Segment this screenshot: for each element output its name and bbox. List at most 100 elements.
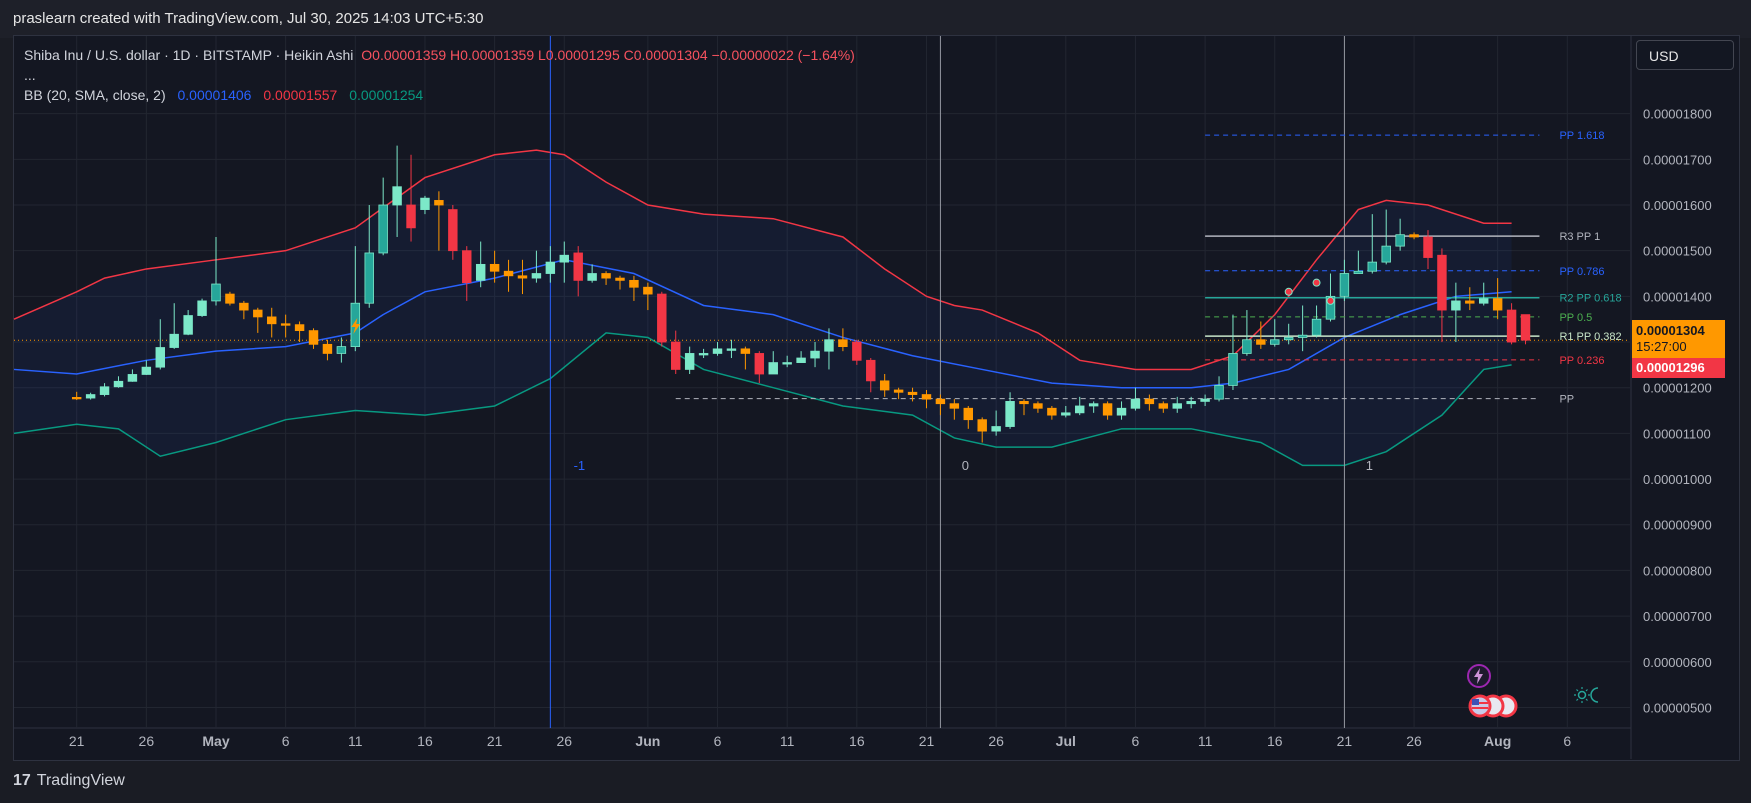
candle-body[interactable] bbox=[517, 275, 528, 279]
candle-body[interactable] bbox=[559, 254, 569, 263]
lightning-event-icon[interactable] bbox=[1466, 663, 1492, 689]
candle-body[interactable] bbox=[127, 374, 138, 382]
candle-body[interactable] bbox=[85, 394, 96, 399]
candle-body[interactable] bbox=[615, 277, 625, 281]
candle-body[interactable] bbox=[1381, 245, 1391, 263]
candle-body[interactable] bbox=[211, 283, 221, 302]
candle-body[interactable] bbox=[852, 341, 862, 361]
candle-body[interactable] bbox=[921, 394, 932, 400]
candle-body[interactable] bbox=[364, 252, 374, 304]
candle-body[interactable] bbox=[1005, 401, 1015, 427]
candle-body[interactable] bbox=[1353, 270, 1364, 274]
session-sun-moon-icon[interactable] bbox=[1574, 686, 1602, 704]
candle-body[interactable] bbox=[183, 315, 193, 335]
candle-body[interactable] bbox=[1019, 401, 1029, 405]
candle-body[interactable] bbox=[531, 273, 542, 279]
candle-body[interactable] bbox=[712, 348, 723, 354]
candle-body[interactable] bbox=[489, 263, 500, 272]
candle-body[interactable] bbox=[99, 386, 110, 395]
candle-body[interactable] bbox=[392, 186, 402, 206]
candle-body[interactable] bbox=[573, 252, 583, 281]
candle-body[interactable] bbox=[545, 261, 556, 274]
candle-body[interactable] bbox=[838, 339, 848, 348]
candle-body[interactable] bbox=[726, 348, 737, 351]
candle-body[interactable] bbox=[698, 353, 709, 356]
candle-body[interactable] bbox=[601, 273, 611, 279]
candle-body[interactable] bbox=[1088, 403, 1099, 407]
candle-body[interactable] bbox=[1256, 339, 1266, 345]
candle-body[interactable] bbox=[1506, 309, 1517, 343]
candle-body[interactable] bbox=[629, 279, 639, 288]
candle-body[interactable] bbox=[1102, 403, 1113, 416]
candle-body[interactable] bbox=[503, 270, 514, 277]
candle-body[interactable] bbox=[1158, 403, 1169, 409]
candle-body[interactable] bbox=[1423, 236, 1433, 258]
candle-body[interactable] bbox=[935, 398, 946, 405]
candle-body[interactable] bbox=[141, 366, 152, 375]
candle-body[interactable] bbox=[113, 380, 124, 388]
candle-body[interactable] bbox=[671, 341, 681, 370]
candle-body[interactable] bbox=[308, 330, 319, 345]
candle-body[interactable] bbox=[1395, 234, 1405, 247]
candle-body[interactable] bbox=[949, 403, 960, 409]
legend-more-button[interactable]: ... bbox=[24, 65, 855, 85]
event-marker-icon[interactable] bbox=[1312, 278, 1321, 287]
candle-body[interactable] bbox=[280, 323, 291, 326]
candle-body[interactable] bbox=[71, 396, 82, 400]
candle-body[interactable] bbox=[796, 357, 806, 363]
currency-button[interactable]: USD bbox=[1636, 40, 1734, 70]
candle-body[interactable] bbox=[1186, 401, 1196, 405]
candle-body[interactable] bbox=[225, 293, 235, 304]
candle-body[interactable] bbox=[1172, 403, 1182, 409]
candle-body[interactable] bbox=[782, 362, 792, 365]
symbol-info[interactable]: Shiba Inu / U.S. dollar · 1D · BITSTAMP … bbox=[24, 47, 353, 63]
candle-body[interactable] bbox=[1047, 407, 1057, 416]
candle-body[interactable] bbox=[1116, 407, 1127, 416]
candle-body[interactable] bbox=[1339, 273, 1350, 297]
candle-body[interactable] bbox=[1437, 254, 1447, 311]
candle-body[interactable] bbox=[754, 353, 765, 375]
candle-body[interactable] bbox=[740, 348, 751, 354]
candle-body[interactable] bbox=[1033, 403, 1043, 409]
candle-body[interactable] bbox=[684, 353, 695, 370]
candle-body[interactable] bbox=[1061, 412, 1071, 416]
candle-body[interactable] bbox=[239, 302, 249, 311]
candle-body[interactable] bbox=[824, 339, 834, 352]
candle-body[interactable] bbox=[1144, 398, 1155, 405]
bb-indicator-label[interactable]: BB (20, SMA, close, 2) bbox=[24, 87, 166, 103]
candle-body[interactable] bbox=[1214, 385, 1224, 400]
candle-body[interactable] bbox=[1297, 334, 1308, 338]
candle-body[interactable] bbox=[657, 293, 667, 343]
candle-body[interactable] bbox=[879, 380, 890, 391]
candle-body[interactable] bbox=[448, 209, 458, 252]
candle-body[interactable] bbox=[810, 350, 820, 359]
candle-body[interactable] bbox=[907, 391, 918, 395]
candle-body[interactable] bbox=[1200, 398, 1210, 402]
candle-body[interactable] bbox=[406, 204, 416, 229]
candle-body[interactable] bbox=[1130, 398, 1141, 409]
candle-body[interactable] bbox=[294, 324, 305, 332]
candle-body[interactable] bbox=[336, 346, 347, 354]
event-marker-icon[interactable] bbox=[1284, 287, 1293, 296]
candle-body[interactable] bbox=[155, 347, 165, 368]
candle-body[interactable] bbox=[1283, 337, 1294, 341]
candle-body[interactable] bbox=[475, 263, 486, 281]
candle-body[interactable] bbox=[1479, 298, 1489, 304]
candle-body[interactable] bbox=[1465, 300, 1475, 304]
candle-body[interactable] bbox=[1492, 298, 1503, 311]
candle-body[interactable] bbox=[893, 389, 904, 393]
candle-body[interactable] bbox=[253, 309, 263, 318]
candle-body[interactable] bbox=[1242, 339, 1252, 354]
candle-body[interactable] bbox=[1075, 405, 1085, 414]
candle-body[interactable] bbox=[1311, 318, 1322, 336]
candle-body[interactable] bbox=[1228, 353, 1238, 386]
candle-body[interactable] bbox=[963, 407, 973, 421]
candle-body[interactable] bbox=[378, 204, 388, 254]
candle-body[interactable] bbox=[643, 286, 653, 295]
candle-body[interactable] bbox=[1367, 261, 1377, 272]
candle-body[interactable] bbox=[1520, 314, 1531, 341]
candle-body[interactable] bbox=[768, 362, 778, 375]
candle-body[interactable] bbox=[1270, 339, 1280, 345]
candle-body[interactable] bbox=[1409, 234, 1419, 238]
candle-body[interactable] bbox=[434, 200, 444, 206]
